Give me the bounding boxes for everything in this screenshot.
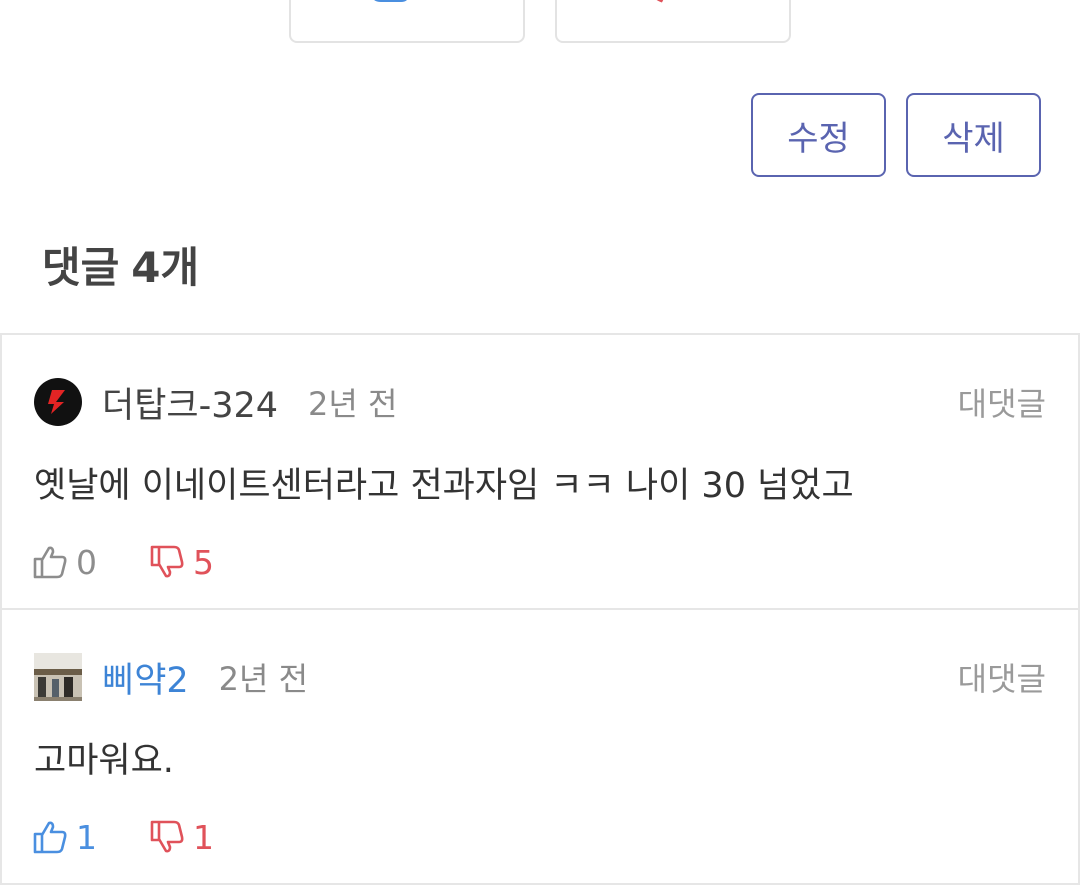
comment-header: 더탑크-324 2년 전 bbox=[34, 377, 397, 427]
photo-avatar-icon[interactable] bbox=[34, 653, 82, 701]
thumbs-down-icon bbox=[645, 0, 675, 16]
reply-button[interactable]: 대댓글 bbox=[958, 652, 1046, 702]
thumbs-up-icon bbox=[371, 0, 411, 16]
comment-time: 2년 전 bbox=[218, 660, 309, 698]
comment-author[interactable]: 더탑크-324 bbox=[102, 377, 278, 428]
comment-votes: 1 1 bbox=[32, 815, 266, 859]
comment-time: 2년 전 bbox=[308, 385, 398, 423]
comments-count: 4개 bbox=[131, 243, 200, 292]
like-count: 1 bbox=[76, 817, 97, 857]
comment-item: 더탑크-324 2년 전 대댓글 옛날에 이네이트센터라고 전과자임 ㅋㅋ 나이… bbox=[2, 335, 1078, 610]
dislike-count: 5 bbox=[193, 542, 214, 582]
comment-item: 삐약2 2년 전 대댓글 고마워요. 1 1 bbox=[2, 610, 1078, 885]
thumbs-down-icon bbox=[150, 545, 184, 578]
comment-votes: 0 5 bbox=[32, 540, 266, 584]
comment-text: 고마워요. bbox=[34, 741, 174, 781]
dislike-count: 1 bbox=[193, 817, 214, 857]
comment-like-button[interactable]: 0 bbox=[32, 543, 97, 582]
thumbs-down-icon bbox=[150, 820, 184, 853]
comment-like-button[interactable]: 1 bbox=[32, 818, 97, 857]
thumbs-up-icon bbox=[33, 821, 67, 854]
comment-dislike-button[interactable]: 5 bbox=[149, 543, 214, 582]
comment-header: 삐약2 2년 전 bbox=[34, 652, 308, 702]
comments-heading: 댓글 4개 bbox=[42, 234, 199, 295]
comments-title: 댓글 bbox=[42, 243, 120, 292]
red-slash-logo-icon[interactable] bbox=[34, 378, 82, 426]
reply-button[interactable]: 대댓글 bbox=[958, 377, 1046, 427]
edit-button[interactable]: 수정 bbox=[751, 93, 886, 177]
like-count: 0 bbox=[76, 542, 97, 582]
comment-dislike-button[interactable]: 1 bbox=[149, 818, 214, 857]
comment-list: 더탑크-324 2년 전 대댓글 옛날에 이네이트센터라고 전과자임 ㅋㅋ 나이… bbox=[0, 333, 1080, 885]
comment-text: 옛날에 이네이트센터라고 전과자임 ㅋㅋ 나이 30 넘었고 bbox=[34, 466, 854, 506]
comment-author[interactable]: 삐약2 bbox=[102, 652, 189, 703]
thumbs-up-icon bbox=[33, 546, 67, 579]
delete-button[interactable]: 삭제 bbox=[906, 93, 1041, 177]
post-like-button[interactable] bbox=[289, 0, 525, 43]
post-dislike-button[interactable] bbox=[555, 0, 791, 43]
